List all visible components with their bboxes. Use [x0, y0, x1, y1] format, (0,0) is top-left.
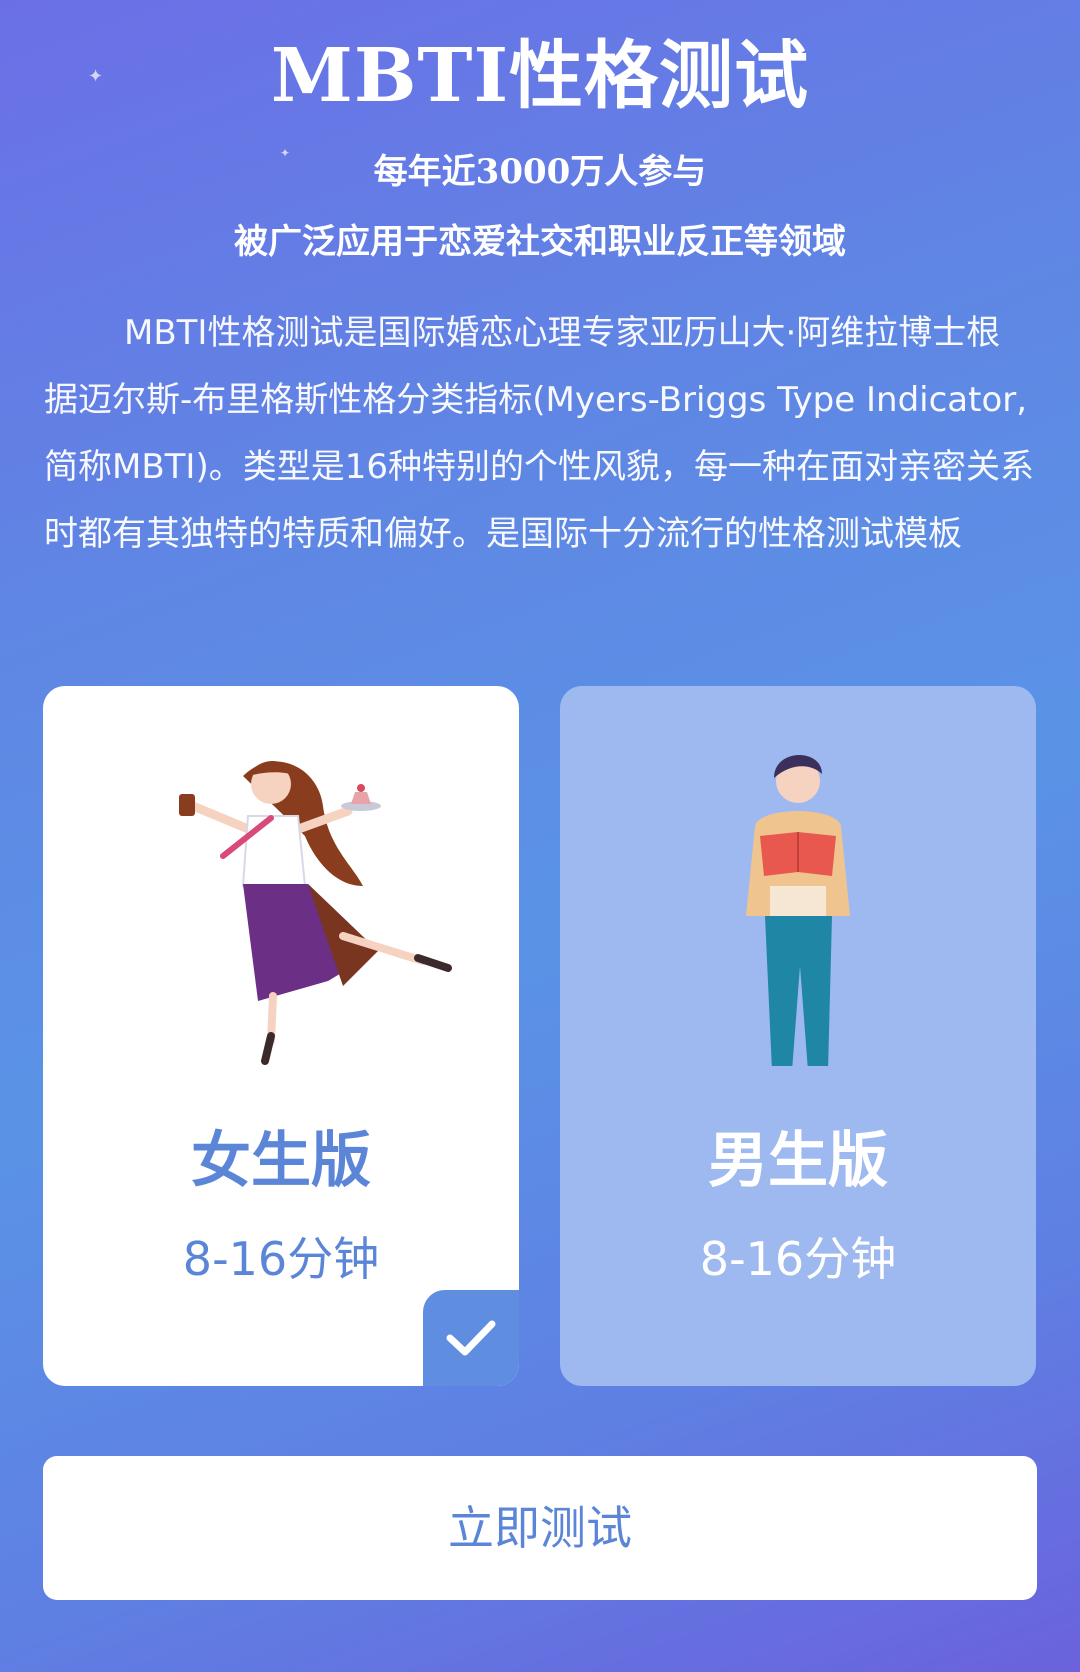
male-version-title: 男生版 [708, 1126, 888, 1196]
male-version-duration: 8-16分钟 [699, 1232, 897, 1286]
intro-paragraph: MBTI性格测试是国际婚恋心理专家亚历山大·阿维拉博士根据迈尔斯-布里格斯性格分… [44, 313, 1034, 554]
male-figure-icon [746, 754, 850, 1066]
page-title: MBTI性格测试 [270, 33, 810, 119]
female-figure-icon [179, 761, 452, 1065]
check-icon [423, 1290, 519, 1386]
female-version-duration: 8-16分钟 [182, 1232, 380, 1286]
subtitle-applications: 被广泛应用于恋爱社交和职业反正等领域 [234, 222, 846, 262]
male-version-card[interactable]: 男生版 8-16分钟 [560, 686, 1036, 1386]
start-test-button[interactable]: 立即测试 [43, 1456, 1037, 1600]
female-version-card[interactable]: 女生版 8-16分钟 [43, 686, 519, 1386]
subtitle-participants: 每年近3000万人参与 [373, 152, 707, 192]
female-version-title: 女生版 [191, 1126, 371, 1196]
